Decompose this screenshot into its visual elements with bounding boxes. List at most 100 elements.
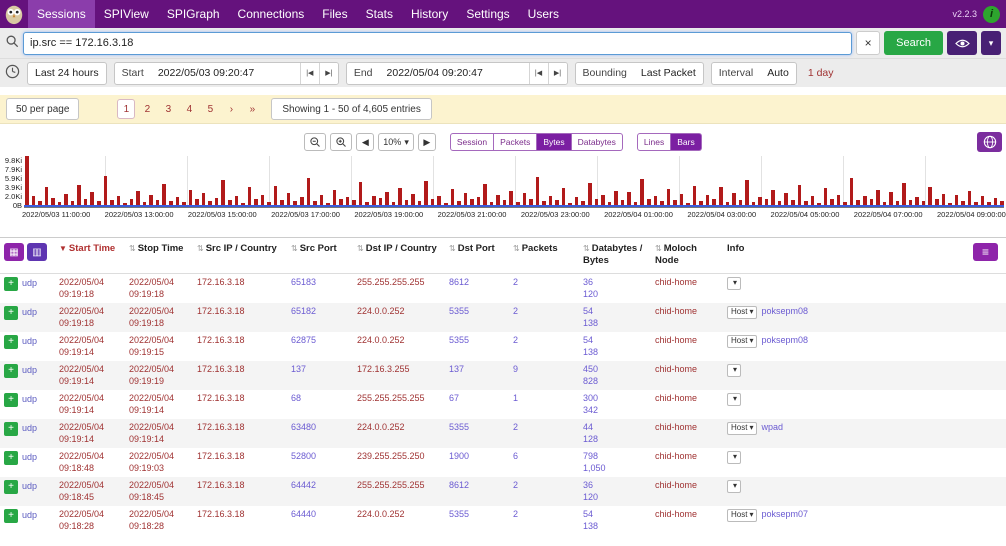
page-button[interactable]: 5 <box>201 99 219 119</box>
dst-ip-cell[interactable]: 224.0.0.252 <box>354 306 446 318</box>
src-port-cell[interactable]: 64440 <box>288 509 354 521</box>
host-value-link[interactable]: poksepm08 <box>761 306 808 318</box>
host-tag-button[interactable]: ▾ <box>727 480 741 493</box>
nav-item[interactable]: Settings <box>457 0 518 28</box>
toggle-button[interactable]: Lines <box>637 133 671 151</box>
time-range-select[interactable]: Last 24 hours <box>27 62 107 85</box>
dst-port-cell[interactable]: 5355 <box>446 335 510 347</box>
src-port-cell[interactable]: 52800 <box>288 451 354 463</box>
nav-item[interactable]: Files <box>313 0 356 28</box>
page-button[interactable]: 2 <box>138 99 156 119</box>
host-tag-button[interactable]: Host▾ <box>727 335 757 348</box>
zoom-out-icon[interactable] <box>304 133 326 151</box>
end-step-last-icon[interactable]: ▶| <box>548 62 567 85</box>
expand-session-button[interactable]: + <box>4 422 18 436</box>
nav-item[interactable]: Users <box>519 0 568 28</box>
nav-item[interactable]: Sessions <box>28 0 95 28</box>
dst-ip-cell[interactable]: 255.255.255.255 <box>354 277 446 289</box>
map-toggle-button[interactable] <box>977 132 1002 152</box>
toggle-button[interactable]: Bytes <box>537 133 571 151</box>
page-button[interactable]: 1 <box>117 99 135 119</box>
nav-item[interactable]: History <box>402 0 457 28</box>
toggle-columns-icon[interactable]: ▥ <box>27 243 47 261</box>
pan-left-icon[interactable]: ◀ <box>356 133 374 151</box>
zoom-in-icon[interactable] <box>330 133 352 151</box>
column-header[interactable]: ⇅Databytes / Bytes <box>580 243 652 268</box>
dst-ip-cell[interactable]: 239.255.255.250 <box>354 451 446 463</box>
host-value-link[interactable]: wpad <box>761 422 783 434</box>
toggle-button[interactable]: Bars <box>671 133 701 151</box>
src-port-cell[interactable]: 137 <box>288 364 354 376</box>
src-ip-cell[interactable]: 172.16.3.18 <box>194 277 288 289</box>
search-input[interactable] <box>23 32 852 55</box>
clear-search-button[interactable]: × <box>856 31 880 55</box>
src-ip-cell[interactable]: 172.16.3.18 <box>194 335 288 347</box>
src-port-cell[interactable]: 62875 <box>288 335 354 347</box>
toggle-button[interactable]: Databytes <box>572 133 623 151</box>
info-icon[interactable]: i <box>983 6 1000 23</box>
dst-ip-cell[interactable]: 224.0.0.252 <box>354 335 446 347</box>
dst-ip-cell[interactable]: 172.16.3.255 <box>354 364 446 376</box>
pan-right-icon[interactable]: ▶ <box>418 133 436 151</box>
start-step-last-icon[interactable]: ▶| <box>319 62 338 85</box>
host-tag-button[interactable]: ▾ <box>727 451 741 464</box>
start-step-first-icon[interactable]: |◀ <box>300 62 319 85</box>
interval-select[interactable]: Auto <box>760 67 796 79</box>
host-value-link[interactable]: poksepm07 <box>761 509 808 521</box>
per-page-select[interactable]: 50 per page <box>6 98 79 120</box>
host-tag-button[interactable]: ▾ <box>727 393 741 406</box>
expand-session-button[interactable]: + <box>4 509 18 523</box>
expand-session-button[interactable]: + <box>4 480 18 494</box>
node-cell[interactable]: chid-home <box>652 277 724 289</box>
dst-port-cell[interactable]: 8612 <box>446 277 510 289</box>
column-header[interactable]: Info <box>724 243 1006 268</box>
bounding-select[interactable]: Last Packet <box>634 67 703 79</box>
zoom-level-select[interactable]: 10% ▾ <box>378 133 414 151</box>
src-ip-cell[interactable]: 172.16.3.18 <box>194 422 288 434</box>
src-ip-cell[interactable]: 172.16.3.18 <box>194 480 288 492</box>
expand-session-button[interactable]: + <box>4 393 18 407</box>
dst-port-cell[interactable]: 5355 <box>446 306 510 318</box>
page-button[interactable]: 4 <box>180 99 198 119</box>
column-header[interactable]: ⇅Dst Port <box>446 243 510 268</box>
node-cell[interactable]: chid-home <box>652 451 724 463</box>
src-ip-cell[interactable]: 172.16.3.18 <box>194 509 288 521</box>
dst-port-cell[interactable]: 137 <box>446 364 510 376</box>
dst-port-cell[interactable]: 5355 <box>446 422 510 434</box>
column-header[interactable]: ⇅Packets <box>510 243 580 268</box>
node-cell[interactable]: chid-home <box>652 364 724 376</box>
expand-session-button[interactable]: + <box>4 277 18 291</box>
node-cell[interactable]: chid-home <box>652 480 724 492</box>
node-cell[interactable]: chid-home <box>652 306 724 318</box>
toggle-view-grid-icon[interactable]: ▦ <box>4 243 24 261</box>
next-page-button[interactable]: › <box>222 99 240 119</box>
expand-session-button[interactable]: + <box>4 335 18 349</box>
src-port-cell[interactable]: 68 <box>288 393 354 405</box>
host-tag-button[interactable]: ▾ <box>727 364 741 377</box>
src-port-cell[interactable]: 65183 <box>288 277 354 289</box>
end-time-input[interactable] <box>380 67 529 79</box>
dst-port-cell[interactable]: 8612 <box>446 480 510 492</box>
src-port-cell[interactable]: 65182 <box>288 306 354 318</box>
node-cell[interactable]: chid-home <box>652 393 724 405</box>
column-header[interactable]: ⇅Stop Time <box>126 243 194 268</box>
eye-view-button[interactable] <box>947 31 977 55</box>
dst-ip-cell[interactable]: 255.255.255.255 <box>354 393 446 405</box>
node-cell[interactable]: chid-home <box>652 509 724 521</box>
nav-item[interactable]: SPIView <box>95 0 158 28</box>
src-port-cell[interactable]: 64442 <box>288 480 354 492</box>
nav-item[interactable]: Stats <box>357 0 402 28</box>
host-value-link[interactable]: poksepm08 <box>761 335 808 347</box>
dst-ip-cell[interactable]: 255.255.255.255 <box>354 480 446 492</box>
toggle-button[interactable]: Packets <box>494 133 537 151</box>
expand-session-button[interactable]: + <box>4 364 18 378</box>
host-tag-button[interactable]: ▾ <box>727 277 741 290</box>
host-tag-button[interactable]: Host▾ <box>727 422 757 435</box>
nav-item[interactable]: Connections <box>229 0 314 28</box>
dst-port-cell[interactable]: 1900 <box>446 451 510 463</box>
src-ip-cell[interactable]: 172.16.3.18 <box>194 393 288 405</box>
expand-session-button[interactable]: + <box>4 451 18 465</box>
column-header[interactable]: ⇅Dst IP / Country <box>354 243 446 268</box>
src-port-cell[interactable]: 63480 <box>288 422 354 434</box>
column-header[interactable]: ⇅Src Port <box>288 243 354 268</box>
